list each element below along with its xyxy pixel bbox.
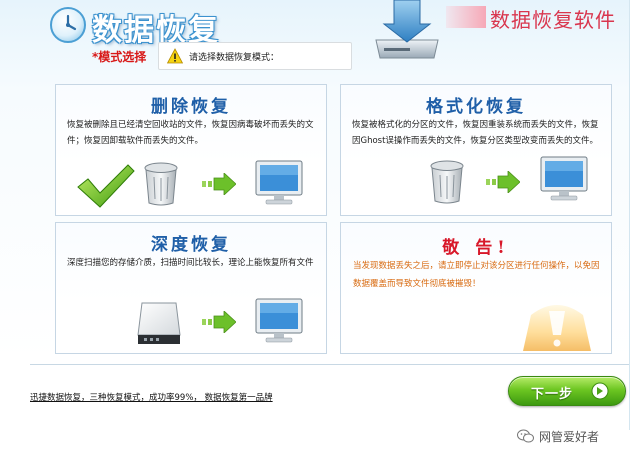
warning-text: 当发现数据丢失之后，请立即停止对该分区进行任何操作，以免因数据覆盖而导致文件彻底…: [353, 261, 600, 289]
next-step-label: 下一步: [531, 387, 574, 402]
warning-title: 敬 告!: [442, 238, 510, 258]
option-format-recovery[interactable]: 格式化恢复 恢复被格式化的分区的文件，恢复因重装系统而丢失的文件，恢复因Ghos…: [340, 84, 612, 216]
recycle-bin-icon: [144, 162, 178, 206]
transfer-arrow-icon: [202, 173, 236, 195]
brand-decoration: [446, 6, 486, 28]
option-description: 深度扫描您的存储介质，扫描时间比较长，理论上能恢复所有文件: [67, 258, 314, 268]
hard-drive-icon: [137, 302, 181, 344]
watermark-text: 网管爱好者: [539, 430, 600, 444]
clock-logo-icon: [50, 7, 86, 43]
wechat-icon: [517, 429, 534, 443]
option-title: 格式化恢复: [426, 97, 526, 117]
option-description: 恢复被格式化的分区的文件，恢复因重装系统而丢失的文件，恢复因Ghost误操作而丢…: [352, 120, 599, 146]
brand-text: 数据恢复软件: [490, 8, 616, 32]
arrow-right-circle-icon: [591, 382, 609, 400]
transfer-arrow-icon: [486, 171, 520, 193]
mode-select-label: *模式选择: [92, 50, 147, 64]
option-delete-recovery[interactable]: 删除恢复 恢复被删除且已经清空回收站的文件，恢复因病毒破坏而丢失的文件；恢复因卸…: [55, 84, 327, 216]
drive-download-icon: [375, 0, 439, 59]
footer-divider: [30, 364, 629, 365]
transfer-arrow-icon: [202, 311, 236, 333]
recovery-wizard-window: 数据恢复 *模式选择 请选择数据恢复模式： 数据恢复软件 删除恢复 恢复被删除且…: [0, 0, 641, 462]
checkmark-icon: [77, 164, 135, 208]
next-step-button[interactable]: 下一步: [508, 376, 626, 406]
option-description: 恢复被删除且已经清空回收站的文件，恢复因病毒破坏而丢失的文件；恢复因卸载软件而丢…: [67, 120, 314, 146]
warning-panel: 敬 告! 当发现数据丢失之后，请立即停止对该分区进行任何操作，以免因数据覆盖而导…: [340, 222, 612, 354]
window-right-border: [629, 0, 641, 430]
warning-triangle-icon: [167, 48, 183, 64]
footer-slogan-link[interactable]: 迅捷数据恢复，三种恢复模式，成功率99%， 数据恢复第一品牌: [30, 391, 273, 403]
option-deep-recovery[interactable]: 深度恢复 深度扫描您的存储介质，扫描时间比较长，理论上能恢复所有文件: [55, 222, 327, 354]
warning-light-icon: [523, 305, 591, 351]
monitor-icon: [540, 156, 588, 201]
mode-prompt-text: 请选择数据恢复模式：: [189, 53, 280, 63]
option-title: 删除恢复: [151, 97, 231, 117]
monitor-icon: [255, 160, 303, 205]
mode-prompt-box: 请选择数据恢复模式：: [158, 42, 352, 70]
option-title: 深度恢复: [151, 235, 231, 255]
monitor-icon: [255, 298, 303, 343]
recycle-bin-icon: [430, 160, 464, 204]
